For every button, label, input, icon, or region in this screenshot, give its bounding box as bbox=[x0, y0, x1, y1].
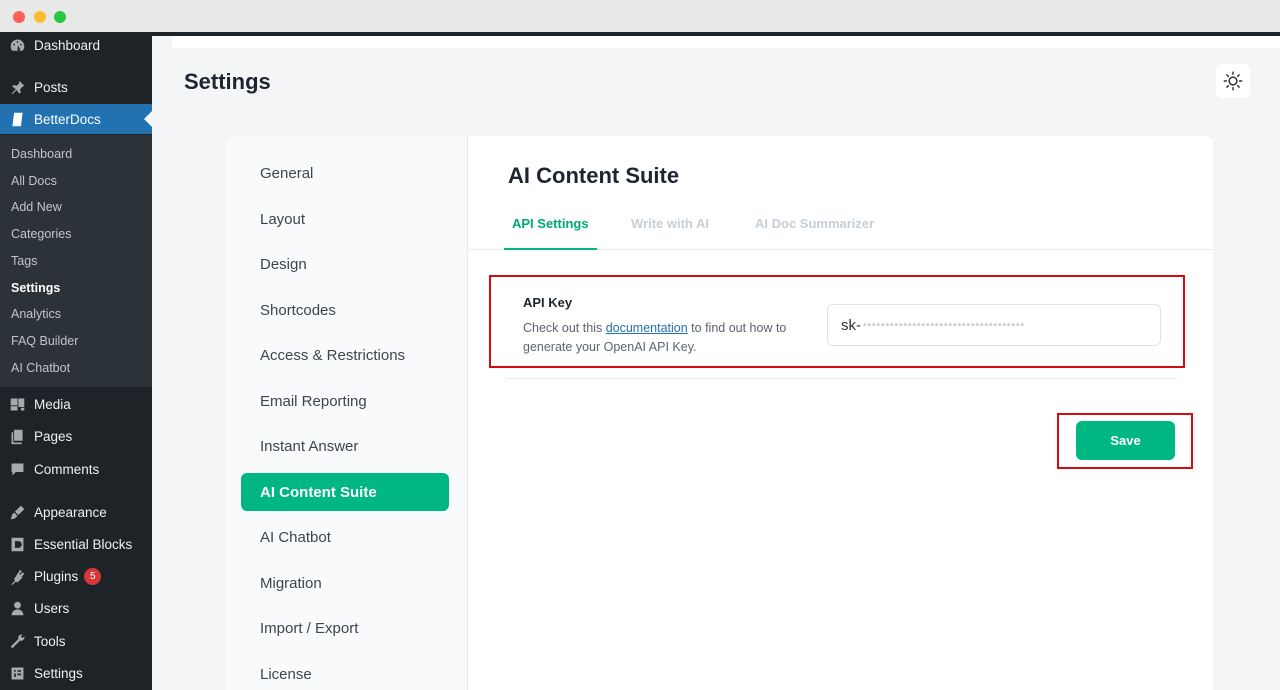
sun-icon bbox=[1223, 71, 1243, 91]
dashboard-icon bbox=[0, 37, 34, 54]
sidebar-item-label: Comments bbox=[34, 461, 100, 477]
users-icon bbox=[0, 600, 34, 617]
sidebar-item-label: Dashboard bbox=[34, 37, 101, 53]
sidebar-item-appearance[interactable]: Appearance bbox=[0, 497, 152, 527]
submenu-item-all-docs[interactable]: All Docs bbox=[11, 174, 57, 188]
sidebar-item-users[interactable]: Users bbox=[0, 593, 152, 623]
sidebar-item-pages[interactable]: Pages bbox=[0, 421, 152, 451]
sidebar-item-plugins[interactable]: Plugins 5 bbox=[0, 561, 152, 591]
sidebar-item-label: Pages bbox=[34, 428, 73, 444]
sidebar-item-media[interactable]: Media bbox=[0, 389, 152, 419]
wrench-icon bbox=[0, 633, 34, 650]
sidebar-item-dashboard[interactable]: Dashboard bbox=[0, 30, 152, 60]
settings-nav-ai-chatbot[interactable]: AI Chatbot bbox=[241, 518, 449, 556]
settings-nav-access-restrictions[interactable]: Access & Restrictions bbox=[241, 336, 449, 374]
settings-nav-license[interactable]: License bbox=[241, 655, 449, 690]
settings-nav-ai-content-suite[interactable]: AI Content Suite bbox=[241, 473, 449, 511]
sidebar-item-tools[interactable]: Tools bbox=[0, 626, 152, 656]
active-tab-indicator bbox=[504, 248, 597, 250]
section-title: AI Content Suite bbox=[508, 163, 680, 188]
tab-bar: API Settings Write with AI AI Doc Summar… bbox=[469, 206, 1213, 250]
admin-sidebar: Dashboard Posts BetterDocs Dashboard All… bbox=[0, 36, 152, 690]
submenu-item-add-new[interactable]: Add New bbox=[11, 200, 62, 214]
plugin-icon bbox=[0, 568, 34, 585]
settings-nav-email-reporting[interactable]: Email Reporting bbox=[241, 382, 449, 420]
api-key-highlight bbox=[489, 275, 1185, 368]
submenu-item-faq-builder[interactable]: FAQ Builder bbox=[11, 334, 78, 348]
comments-icon bbox=[0, 461, 34, 478]
sidebar-item-label: BetterDocs bbox=[34, 111, 101, 127]
settings-nav: General Layout Design Shortcodes Access … bbox=[226, 136, 468, 690]
brush-icon bbox=[0, 504, 34, 521]
submenu-item-ai-chatbot[interactable]: AI Chatbot bbox=[11, 361, 70, 375]
sidebar-item-posts[interactable]: Posts bbox=[0, 72, 152, 102]
sidebar-item-betterdocs[interactable]: BetterDocs bbox=[0, 104, 152, 134]
sidebar-item-label: Tools bbox=[34, 633, 66, 649]
settings-nav-layout[interactable]: Layout bbox=[241, 200, 449, 238]
settings-nav-migration[interactable]: Migration bbox=[241, 564, 449, 602]
plugins-update-badge: 5 bbox=[84, 567, 102, 585]
close-window-button[interactable] bbox=[13, 11, 25, 23]
submenu-item-tags[interactable]: Tags bbox=[11, 254, 37, 268]
settings-nav-design[interactable]: Design bbox=[241, 245, 449, 283]
submenu-item-settings[interactable]: Settings bbox=[11, 281, 60, 295]
sidebar-item-label: Media bbox=[34, 396, 71, 412]
settings-icon bbox=[0, 665, 34, 682]
betterdocs-submenu: Dashboard All Docs Add New Categories Ta… bbox=[0, 135, 152, 387]
submenu-item-analytics[interactable]: Analytics bbox=[11, 307, 61, 321]
blocks-icon bbox=[0, 536, 34, 553]
settings-nav-instant-answer[interactable]: Instant Answer bbox=[241, 427, 449, 465]
media-icon bbox=[0, 396, 34, 413]
submenu-item-dashboard[interactable]: Dashboard bbox=[11, 147, 72, 161]
notice-strip bbox=[172, 36, 1280, 48]
minimize-window-button[interactable] bbox=[34, 11, 46, 23]
theme-toggle-button[interactable] bbox=[1216, 64, 1250, 98]
sidebar-item-essential-blocks[interactable]: Essential Blocks bbox=[0, 529, 152, 559]
sidebar-item-label: Settings bbox=[34, 665, 83, 681]
sidebar-item-label: Essential Blocks bbox=[34, 536, 133, 552]
pin-icon bbox=[0, 79, 34, 96]
tab-api-settings[interactable]: API Settings bbox=[512, 216, 589, 231]
submenu-item-categories[interactable]: Categories bbox=[11, 227, 71, 241]
sidebar-item-label: Appearance bbox=[34, 504, 107, 520]
sidebar-item-label: Plugins bbox=[34, 568, 79, 584]
sidebar-item-label: Users bbox=[34, 600, 70, 616]
settings-nav-shortcodes[interactable]: Shortcodes bbox=[241, 291, 449, 329]
window-titlebar bbox=[0, 0, 1280, 32]
page-title: Settings bbox=[184, 69, 271, 94]
settings-nav-general[interactable]: General bbox=[241, 154, 449, 192]
settings-nav-import-export[interactable]: Import / Export bbox=[241, 609, 449, 647]
sidebar-item-settings[interactable]: Settings bbox=[0, 658, 152, 688]
tab-write-with-ai[interactable]: Write with AI bbox=[631, 216, 709, 231]
tab-ai-doc-summarizer[interactable]: AI Doc Summarizer bbox=[755, 216, 874, 231]
maximize-window-button[interactable] bbox=[54, 11, 66, 23]
sidebar-item-comments[interactable]: Comments bbox=[0, 454, 152, 484]
docs-icon bbox=[0, 111, 34, 128]
save-button[interactable]: Save bbox=[1076, 421, 1175, 460]
pages-icon bbox=[0, 428, 34, 445]
sidebar-item-label: Posts bbox=[34, 79, 68, 95]
